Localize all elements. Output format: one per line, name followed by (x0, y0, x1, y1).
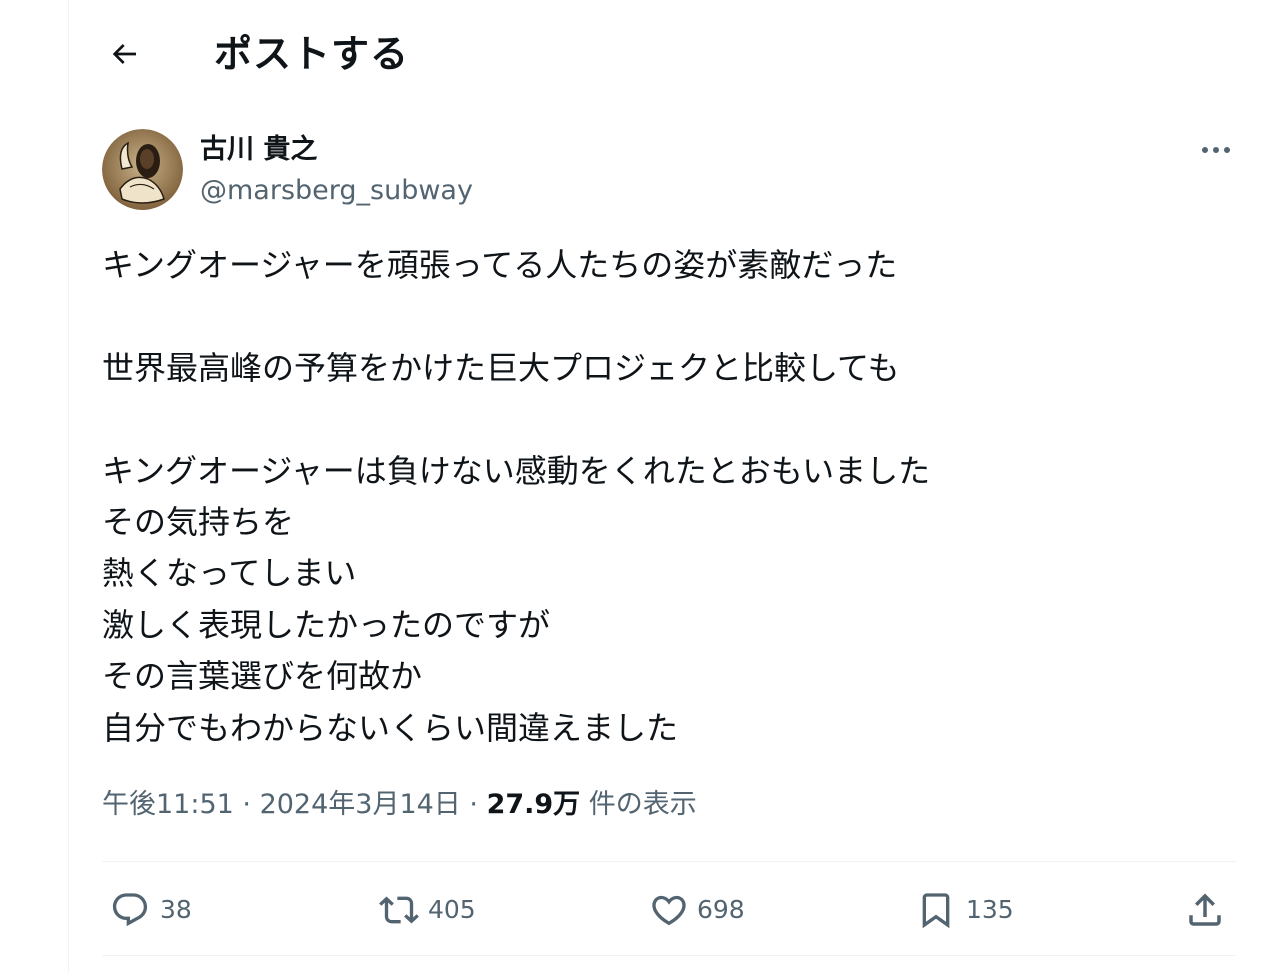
reply-button[interactable]: 38 (110, 886, 192, 934)
page-title: ポストする (214, 32, 410, 76)
share-upload-icon (1184, 889, 1226, 931)
more-button[interactable] (1194, 132, 1238, 168)
tweet-line: 激しく表現したかったのですが (102, 605, 551, 644)
author-username[interactable]: @marsberg_subway (200, 172, 473, 210)
repost-count: 405 (428, 895, 476, 924)
reply-count: 38 (160, 895, 192, 924)
tweet-line (102, 291, 1232, 342)
tweet-line: 世界最高峰の予算をかけた巨大プロジェクと比較しても (102, 348, 900, 387)
tweet-text: キングオージャーを頑張ってる人たちの姿が素敵だった 世界最高峰の予算をかけた巨大… (102, 240, 1232, 754)
tweet-line: キングオージャーを頑張ってる人たちの姿が素敵だった (102, 246, 898, 284)
share-button[interactable] (1184, 886, 1226, 934)
tweet-line (102, 394, 1232, 445)
arrow-left-icon (108, 38, 140, 70)
like-count: 698 (697, 895, 745, 924)
tweet-line: 熱くなってしまい (102, 554, 357, 593)
reply-bubble-icon (110, 890, 150, 930)
bookmark-button[interactable]: 135 (916, 886, 1014, 934)
repost-button[interactable]: 405 (376, 886, 476, 934)
divider (102, 955, 1236, 956)
repost-arrows-icon (376, 890, 422, 930)
like-button[interactable]: 698 (649, 886, 745, 934)
tweet-line: その言葉選びを何故か (102, 657, 423, 696)
tweet-meta: 午後11:51 · 2024年3月14日 · 27.9万 件の表示 (102, 784, 697, 826)
bookmark-count: 135 (966, 895, 1014, 924)
column-left-border (68, 0, 69, 972)
tweet-line: 自分でもわからないくらい間違えました (102, 708, 679, 747)
author-display-name[interactable]: 古川 貴之 (200, 131, 317, 169)
views-count: 27.9万 (486, 789, 581, 820)
views-label: 件の表示 (580, 789, 697, 820)
action-bar: 38 405 698 135 (0, 862, 1263, 956)
back-button[interactable] (100, 30, 148, 78)
more-dots-icon (1200, 145, 1232, 155)
meta-separator: · (460, 789, 487, 820)
tweet-date: 2024年3月14日 (259, 789, 461, 820)
page-header: ポストする (0, 0, 1263, 108)
tweet-time: 午後11:51 (102, 789, 234, 820)
tweet-line: キングオージャーは負けない感動をくれたとおもいました (102, 451, 931, 490)
heart-icon (649, 890, 689, 930)
timestamp-link[interactable]: 午後11:51 · 2024年3月14日 (102, 789, 461, 820)
meta-separator: · (233, 789, 260, 820)
bookmark-icon (916, 888, 956, 932)
tweet-line: その気持ちを (102, 502, 295, 541)
avatar[interactable] (102, 129, 183, 210)
